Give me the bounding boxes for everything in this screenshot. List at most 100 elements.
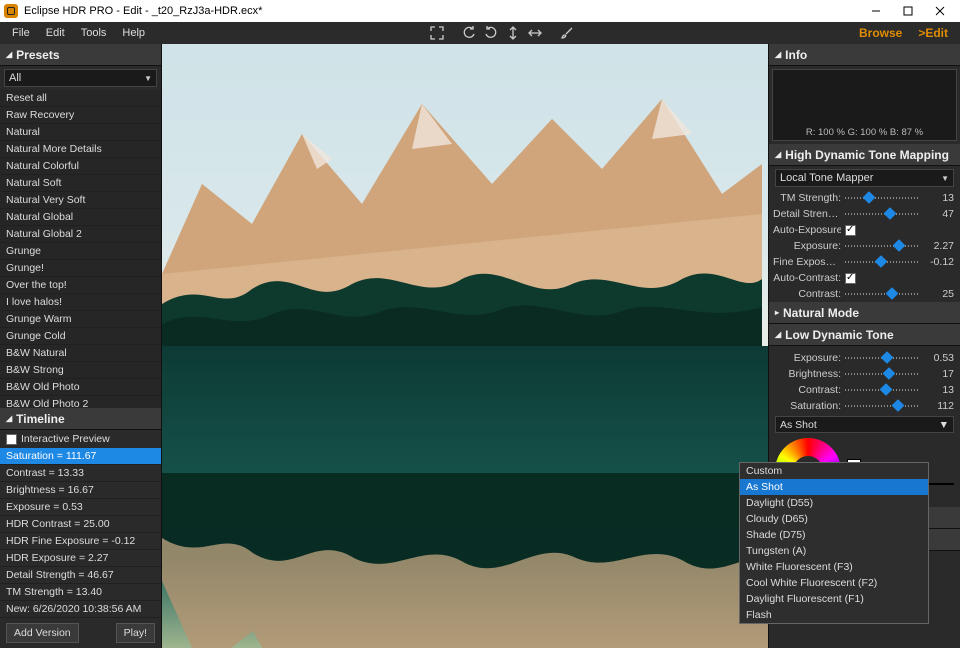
add-version-button[interactable]: Add Version — [6, 623, 79, 643]
preset-item[interactable]: Natural — [0, 124, 161, 141]
white-balance-select[interactable]: As Shot▼ — [775, 416, 954, 433]
natural-mode-header[interactable]: ▸Natural Mode — [769, 302, 960, 324]
presets-title: Presets — [16, 48, 59, 62]
timeline-item[interactable]: Detail Strength = 46.67 — [0, 567, 161, 584]
white-balance-option[interactable]: Cloudy (D65) — [740, 511, 928, 527]
hdr-exposure-slider[interactable] — [845, 241, 920, 251]
menu-tools[interactable]: Tools — [73, 24, 115, 42]
preset-item[interactable]: Grunge Cold — [0, 328, 161, 345]
preset-item[interactable]: B&W Natural — [0, 345, 161, 362]
preset-item[interactable]: Natural Global 2 — [0, 226, 161, 243]
preset-item[interactable]: B&W Old Photo 2 — [0, 396, 161, 408]
tm-strength-slider[interactable] — [845, 193, 920, 203]
info-rgb-values: R: 100 % G: 100 % B: 87 % — [806, 127, 923, 138]
preset-item[interactable]: Natural Global — [0, 209, 161, 226]
auto-exposure-row: Auto-Exposure: — [769, 222, 960, 238]
histogram-box: R: 100 % G: 100 % B: 87 % — [772, 69, 957, 141]
menu-help[interactable]: Help — [114, 24, 153, 42]
maximize-button[interactable] — [892, 1, 924, 21]
left-panel: ◢Presets All▼ Reset allRaw RecoveryNatur… — [0, 44, 162, 648]
timeline-item[interactable]: New: 6/26/2020 10:38:56 AM — [0, 601, 161, 618]
hdr-exposure-row: Exposure: 2.27 — [769, 238, 960, 254]
tone-mapper-select[interactable]: Local Tone Mapper▼ — [775, 169, 954, 187]
ldt-contrast-row: Contrast: 13 — [769, 382, 960, 398]
rotate-left-icon[interactable] — [458, 22, 480, 44]
preset-item[interactable]: I love halos! — [0, 294, 161, 311]
timeline-item[interactable]: Contrast = 13.33 — [0, 465, 161, 482]
timeline-header[interactable]: ◢Timeline — [0, 408, 161, 430]
ldt-saturation-slider[interactable] — [845, 401, 920, 411]
detail-strength-row: Detail Strength: 47 — [769, 206, 960, 222]
app-icon — [4, 4, 18, 18]
white-balance-option[interactable]: Tungsten (A) — [740, 543, 928, 559]
ldt-brightness-row: Brightness: 17 — [769, 366, 960, 382]
hdr-fine-exposure-slider[interactable] — [845, 257, 920, 267]
menu-bar: File Edit Tools Help Browse >Edit — [0, 22, 960, 44]
preset-item[interactable]: Natural Colorful — [0, 158, 161, 175]
white-balance-option[interactable]: Daylight (D55) — [740, 495, 928, 511]
auto-contrast-row: Auto-Contrast: — [769, 270, 960, 286]
white-balance-option[interactable]: Custom — [740, 463, 928, 479]
menu-file[interactable]: File — [4, 24, 38, 42]
hdtm-header[interactable]: ◢High Dynamic Tone Mapping — [769, 144, 960, 166]
auto-exposure-checkbox[interactable] — [845, 225, 856, 236]
timeline-title: Timeline — [16, 412, 64, 426]
mode-browse[interactable]: Browse — [851, 23, 910, 43]
ldt-contrast-slider[interactable] — [845, 385, 920, 395]
interactive-preview-toggle[interactable]: Interactive Preview — [0, 430, 161, 448]
interactive-preview-checkbox[interactable] — [6, 434, 17, 445]
close-button[interactable] — [924, 1, 956, 21]
white-balance-option[interactable]: Flash — [740, 607, 928, 623]
flip-vertical-icon[interactable] — [502, 22, 524, 44]
flip-horizontal-icon[interactable] — [524, 22, 546, 44]
white-balance-option[interactable]: As Shot — [740, 479, 928, 495]
preset-item[interactable]: Raw Recovery — [0, 107, 161, 124]
right-panel: ◢Info R: 100 % G: 100 % B: 87 % ◢High Dy… — [768, 44, 960, 648]
white-balance-dropdown[interactable]: CustomAs ShotDaylight (D55)Cloudy (D65)S… — [739, 462, 929, 624]
rotate-right-icon[interactable] — [480, 22, 502, 44]
timeline-item[interactable]: Saturation = 111.67 — [0, 448, 161, 465]
white-balance-option[interactable]: Daylight Fluorescent (F1) — [740, 591, 928, 607]
preset-item[interactable]: Grunge! — [0, 260, 161, 277]
ldt-brightness-slider[interactable] — [845, 369, 920, 379]
detail-strength-slider[interactable] — [845, 209, 920, 219]
hdr-fine-exposure-row: Fine Exposure: -0.12 — [769, 254, 960, 270]
timeline-item[interactable]: HDR Exposure = 2.27 — [0, 550, 161, 567]
timeline-item[interactable]: TM Strength = 13.40 — [0, 584, 161, 601]
preset-item[interactable]: B&W Old Photo — [0, 379, 161, 396]
image-viewport[interactable] — [162, 44, 768, 648]
brush-icon[interactable] — [556, 22, 578, 44]
timeline-item[interactable]: HDR Fine Exposure = -0.12 — [0, 533, 161, 550]
info-header[interactable]: ◢Info — [769, 44, 960, 66]
white-balance-option[interactable]: White Fluorescent (F3) — [740, 559, 928, 575]
preset-category-select[interactable]: All▼ — [4, 69, 157, 87]
tm-strength-row: TM Strength: 13 — [769, 190, 960, 206]
timeline-list: Saturation = 111.67Contrast = 13.33Brigh… — [0, 448, 161, 618]
ldt-exposure-slider[interactable] — [845, 353, 920, 363]
menu-edit[interactable]: Edit — [38, 24, 73, 42]
preset-item[interactable]: Natural Very Soft — [0, 192, 161, 209]
timeline-item[interactable]: HDR Contrast = 25.00 — [0, 516, 161, 533]
white-balance-option[interactable]: Shade (D75) — [740, 527, 928, 543]
preset-item[interactable]: Grunge Warm — [0, 311, 161, 328]
white-balance-option[interactable]: Cool White Fluorescent (F2) — [740, 575, 928, 591]
preset-list[interactable]: Reset allRaw RecoveryNaturalNatural More… — [0, 90, 161, 408]
play-button[interactable]: Play! — [116, 623, 155, 643]
preset-item[interactable]: Natural Soft — [0, 175, 161, 192]
mode-edit[interactable]: >Edit — [910, 23, 956, 43]
auto-contrast-checkbox[interactable] — [845, 273, 856, 284]
timeline-item[interactable]: Brightness = 16.67 — [0, 482, 161, 499]
presets-header[interactable]: ◢Presets — [0, 44, 161, 66]
preset-item[interactable]: Grunge — [0, 243, 161, 260]
preset-item[interactable]: Reset all — [0, 90, 161, 107]
hdr-contrast-slider[interactable] — [845, 289, 920, 299]
fit-screen-icon[interactable] — [426, 22, 448, 44]
window-title: Eclipse HDR PRO - Edit - _t20_RzJ3a-HDR.… — [24, 5, 860, 17]
title-bar: Eclipse HDR PRO - Edit - _t20_RzJ3a-HDR.… — [0, 0, 960, 22]
preset-item[interactable]: Over the top! — [0, 277, 161, 294]
ldt-header[interactable]: ◢Low Dynamic Tone — [769, 324, 960, 346]
timeline-item[interactable]: Exposure = 0.53 — [0, 499, 161, 516]
preset-item[interactable]: B&W Strong — [0, 362, 161, 379]
preset-item[interactable]: Natural More Details — [0, 141, 161, 158]
minimize-button[interactable] — [860, 1, 892, 21]
